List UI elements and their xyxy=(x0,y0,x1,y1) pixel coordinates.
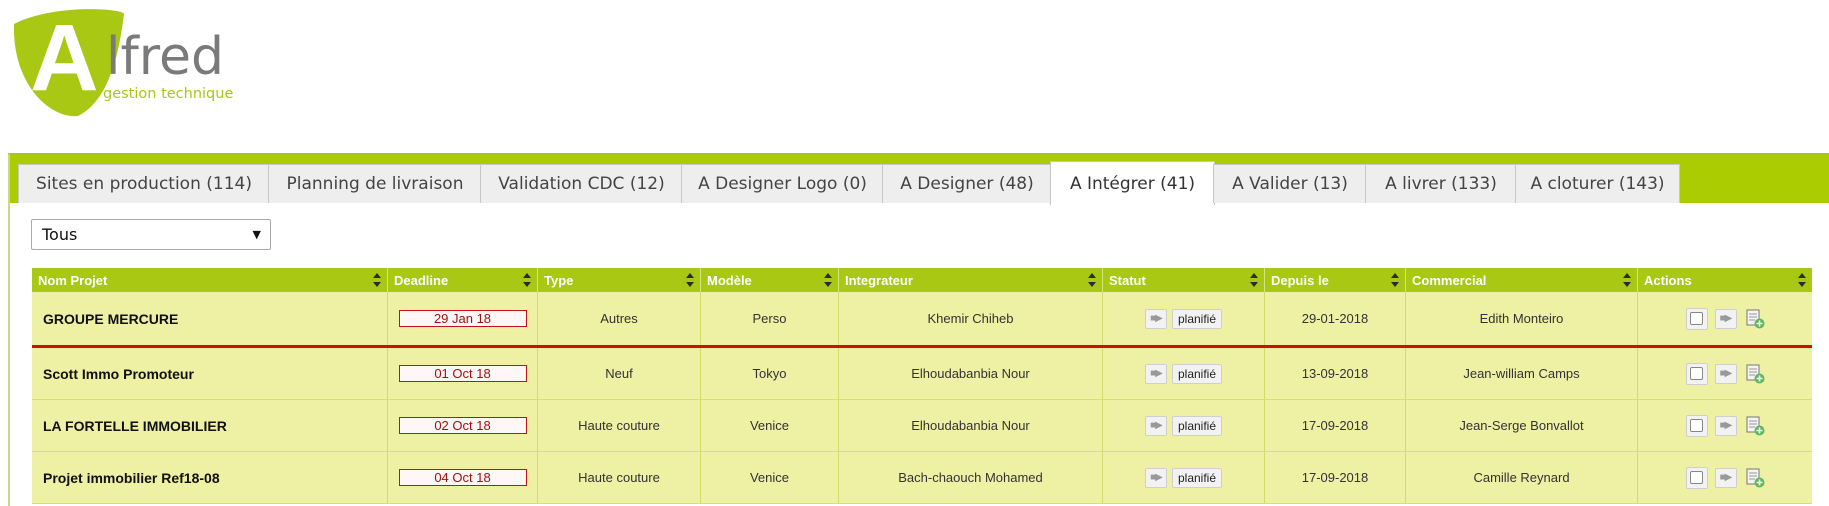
column-header-nom-projet[interactable]: Nom Projet xyxy=(32,268,388,292)
status-button[interactable]: planifié xyxy=(1171,308,1223,329)
project-integrator: Bach-chaouch Mohamed xyxy=(839,452,1103,503)
since-date: 13-09-2018 xyxy=(1265,348,1406,399)
tab-a-livrer[interactable]: A livrer (133) xyxy=(1365,164,1517,203)
project-name[interactable]: Scott Immo Promoteur xyxy=(32,348,388,399)
sort-icon xyxy=(1391,273,1399,287)
table-header: Nom Projet Deadline Type Modèle Integrat… xyxy=(32,268,1812,292)
play-icon[interactable]: ■▶ xyxy=(1144,308,1167,329)
project-type: Neuf xyxy=(538,348,701,399)
commercial-name: Jean-william Camps xyxy=(1406,348,1638,399)
deadline-field[interactable]: 04 Oct 18 xyxy=(398,469,527,486)
add-document-icon[interactable] xyxy=(1746,416,1765,436)
column-header-deadline[interactable]: Deadline xyxy=(388,268,538,292)
table-row[interactable]: LA FORTELLE IMMOBILIER 02 Oct 18 Haute c… xyxy=(32,400,1812,452)
table-row[interactable]: Scott Immo Promoteur 01 Oct 18 Neuf Toky… xyxy=(32,348,1812,400)
commercial-name: Camille Reynard xyxy=(1406,452,1638,503)
column-header-integrateur[interactable]: Integrateur xyxy=(839,268,1103,292)
select-checkbox[interactable] xyxy=(1685,362,1708,385)
commercial-name: Jean-Serge Bonvallot xyxy=(1406,400,1638,451)
since-date: 17-09-2018 xyxy=(1265,400,1406,451)
play-icon[interactable]: ■▶ xyxy=(1714,415,1737,436)
project-type: Autres xyxy=(538,292,701,345)
tab-sites-en-production[interactable]: Sites en production (114) xyxy=(18,164,270,203)
add-document-icon[interactable] xyxy=(1746,364,1765,384)
deadline-field[interactable]: 29 Jan 18 xyxy=(398,310,527,327)
tab-a-cloturer[interactable]: A cloturer (143) xyxy=(1515,164,1680,203)
logo-name: lfred xyxy=(106,27,224,87)
project-model: Venice xyxy=(701,400,839,451)
project-integrator: Elhoudabanbia Nour xyxy=(839,348,1103,399)
status-button[interactable]: planifié xyxy=(1171,363,1223,384)
sort-icon xyxy=(523,273,531,287)
play-icon[interactable]: ■▶ xyxy=(1144,467,1167,488)
play-icon[interactable]: ■▶ xyxy=(1144,363,1167,384)
project-name[interactable]: LA FORTELLE IMMOBILIER xyxy=(32,400,388,451)
tab-a-valider[interactable]: A Valider (13) xyxy=(1213,164,1367,203)
commercial-name: Edith Monteiro xyxy=(1406,292,1638,345)
sort-icon xyxy=(373,273,381,287)
project-name[interactable]: GROUPE MERCURE xyxy=(32,292,388,345)
project-integrator: Khemir Chiheb xyxy=(839,292,1103,345)
since-date: 29-01-2018 xyxy=(1265,292,1406,345)
logo-letter: A xyxy=(30,5,99,111)
column-header-depuis-le[interactable]: Depuis le xyxy=(1265,268,1406,292)
select-checkbox[interactable] xyxy=(1685,414,1708,437)
sort-icon xyxy=(824,273,832,287)
table-row[interactable]: GROUPE MERCURE 29 Jan 18 Autres Perso Kh… xyxy=(32,292,1812,348)
project-type: Haute couture xyxy=(538,452,701,503)
status-button[interactable]: planifié xyxy=(1171,467,1223,488)
tab-a-integrer[interactable]: A Intégrer (41) xyxy=(1050,161,1215,205)
table-row[interactable]: Projet immobilier Ref18-08 04 Oct 18 Hau… xyxy=(32,452,1812,504)
project-model: Venice xyxy=(701,452,839,503)
sort-icon xyxy=(1623,273,1631,287)
project-type: Haute couture xyxy=(538,400,701,451)
sort-icon xyxy=(1250,273,1258,287)
play-icon[interactable]: ■▶ xyxy=(1714,363,1737,384)
chevron-down-icon: ▼ xyxy=(252,228,261,241)
select-checkbox[interactable] xyxy=(1685,307,1708,330)
column-header-type[interactable]: Type xyxy=(538,268,701,292)
play-icon[interactable]: ■▶ xyxy=(1714,308,1737,329)
project-name[interactable]: Projet immobilier Ref18-08 xyxy=(32,452,388,503)
logo-tagline: gestion technique xyxy=(103,86,233,102)
add-document-icon[interactable] xyxy=(1746,468,1765,488)
tab-planning-de-livraison[interactable]: Planning de livraison xyxy=(268,164,482,203)
status-button[interactable]: planifié xyxy=(1171,415,1223,436)
alfred-logo[interactable]: A lfred gestion technique xyxy=(12,4,252,119)
add-document-icon[interactable] xyxy=(1746,309,1765,329)
column-header-statut[interactable]: Statut xyxy=(1103,268,1265,292)
tab-validation-cdc[interactable]: Validation CDC (12) xyxy=(480,164,683,203)
deadline-field[interactable]: 01 Oct 18 xyxy=(398,365,527,382)
column-header-actions[interactable]: Actions xyxy=(1638,268,1812,292)
column-header-modele[interactable]: Modèle xyxy=(701,268,839,292)
filter-select[interactable]: Tous ▼ xyxy=(31,219,271,250)
project-integrator: Elhoudabanbia Nour xyxy=(839,400,1103,451)
tab-bar: Sites en production (114) Planning de li… xyxy=(10,155,1829,205)
tab-a-designer-logo[interactable]: A Designer Logo (0) xyxy=(681,164,884,203)
since-date: 17-09-2018 xyxy=(1265,452,1406,503)
column-header-commercial[interactable]: Commercial xyxy=(1406,268,1638,292)
sort-icon xyxy=(686,273,694,287)
project-model: Tokyo xyxy=(701,348,839,399)
filter-selected-value: Tous xyxy=(42,225,78,244)
play-icon[interactable]: ■▶ xyxy=(1714,467,1737,488)
project-model: Perso xyxy=(701,292,839,345)
sort-icon xyxy=(1798,273,1806,287)
tab-a-designer[interactable]: A Designer (48) xyxy=(882,164,1052,203)
projects-table: Nom Projet Deadline Type Modèle Integrat… xyxy=(32,268,1812,504)
sort-icon xyxy=(1088,273,1096,287)
deadline-field[interactable]: 02 Oct 18 xyxy=(398,417,527,434)
play-icon[interactable]: ■▶ xyxy=(1144,415,1167,436)
select-checkbox[interactable] xyxy=(1685,466,1708,489)
